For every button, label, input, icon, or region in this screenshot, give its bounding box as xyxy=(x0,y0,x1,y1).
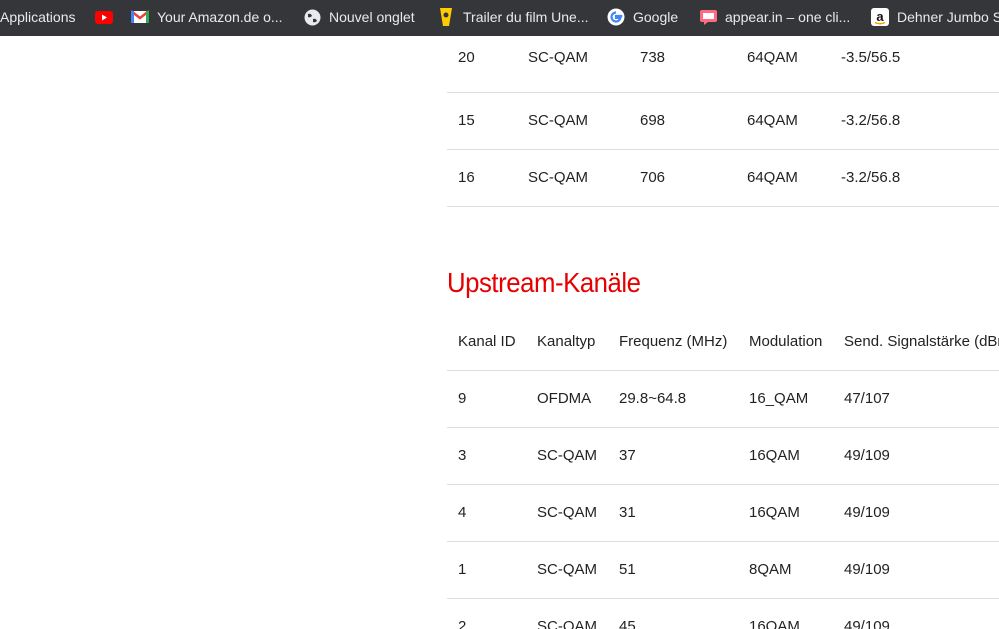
table-header-row: Kanal ID Kanaltyp Frequenz (MHz) Modulat… xyxy=(447,313,999,371)
cell-channel-id: 4 xyxy=(458,504,467,521)
page-content: 20 SC-QAM 738 64QAM -3.5/56.5 15 SC-QAM … xyxy=(0,36,999,629)
downstream-table: 20 SC-QAM 738 64QAM -3.5/56.5 15 SC-QAM … xyxy=(447,36,999,207)
cell-send-power: 49/109 xyxy=(844,447,890,464)
bookmark-label: Nouvel onglet xyxy=(329,9,415,25)
cell-channel-id: 16 xyxy=(458,169,475,186)
cell-channel-type: SC-QAM xyxy=(537,447,597,464)
bookmark-google[interactable]: Google xyxy=(607,0,678,34)
bookmark-youtube[interactable] xyxy=(95,0,113,34)
table-row: 9 OFDMA 29.8~64.8 16_QAM 47/107 xyxy=(447,371,999,428)
google-icon xyxy=(607,8,625,26)
header-channel-type: Kanaltyp xyxy=(537,333,596,350)
cell-modulation: 16QAM xyxy=(749,618,800,629)
bookmark-appear-in[interactable]: appear.in – one cli... xyxy=(699,0,850,34)
cell-channel-id: 20 xyxy=(458,49,475,66)
cell-channel-type: SC-QAM xyxy=(528,49,588,66)
table-row: 16 SC-QAM 706 64QAM -3.2/56.8 xyxy=(447,150,999,207)
amazon-icon: a xyxy=(871,8,889,26)
bookmark-label: Dehner Jumbo S xyxy=(897,9,999,25)
cell-channel-type: SC-QAM xyxy=(528,169,588,186)
bookmark-new-tab[interactable]: Nouvel onglet xyxy=(303,0,415,34)
table-row: 1 SC-QAM 51 8QAM 49/109 xyxy=(447,542,999,599)
cell-channel-type: SC-QAM xyxy=(528,112,588,129)
globe-icon xyxy=(303,8,321,26)
table-row: 20 SC-QAM 738 64QAM -3.5/56.5 xyxy=(447,36,999,93)
cell-frequency: 45 xyxy=(619,618,636,629)
allocine-icon xyxy=(437,8,455,26)
cell-frequency: 51 xyxy=(619,561,636,578)
cell-channel-id: 2 xyxy=(458,618,467,629)
cell-send-power: 49/109 xyxy=(844,618,890,629)
bookmark-applications[interactable]: Applications xyxy=(0,0,76,34)
bookmark-label: Trailer du film Une... xyxy=(463,9,589,25)
appear-in-icon xyxy=(699,8,717,26)
table-row: 2 SC-QAM 45 16QAM 49/109 xyxy=(447,599,999,629)
cell-channel-id: 3 xyxy=(458,447,467,464)
cell-power: -3.2/56.8 xyxy=(841,112,901,129)
cell-channel-type: SC-QAM xyxy=(537,561,597,578)
cell-modulation: 8QAM xyxy=(749,561,792,578)
cell-channel-type: SC-QAM xyxy=(537,618,597,629)
svg-text:a: a xyxy=(876,9,884,24)
header-send-power: Send. Signalstärke (dBm xyxy=(844,333,999,350)
cell-frequency: 706 xyxy=(640,169,666,186)
table-row: 4 SC-QAM 31 16QAM 49/109 xyxy=(447,485,999,542)
table-row: 15 SC-QAM 698 64QAM -3.2/56.8 xyxy=(447,93,999,150)
bookmark-label: Your Amazon.de o... xyxy=(157,9,283,25)
cell-channel-id: 15 xyxy=(458,112,475,129)
cell-channel-type: SC-QAM xyxy=(537,504,597,521)
cell-frequency: 37 xyxy=(619,447,636,464)
cell-modulation: 64QAM xyxy=(747,49,798,66)
table-row: 3 SC-QAM 37 16QAM 49/109 xyxy=(447,428,999,485)
header-channel-id: Kanal ID xyxy=(458,333,516,350)
bookmark-label: Applications xyxy=(0,9,76,25)
cell-frequency: 738 xyxy=(640,49,666,66)
header-modulation: Modulation xyxy=(749,333,823,350)
cell-channel-id: 9 xyxy=(458,390,467,407)
cell-channel-id: 1 xyxy=(458,561,467,578)
cell-frequency: 698 xyxy=(640,112,666,129)
bookmark-label: Google xyxy=(633,9,679,25)
bookmark-label: appear.in – one cli... xyxy=(725,9,851,25)
bookmark-amazon-orders[interactable]: Your Amazon.de o... xyxy=(131,0,283,34)
cell-power: -3.2/56.8 xyxy=(841,169,901,186)
upstream-section-title: Upstream-Kanäle xyxy=(447,267,641,298)
cell-channel-type: OFDMA xyxy=(537,390,592,407)
bookmarks-bar: Applications Your Amazon.de o... Nouvel … xyxy=(0,0,999,36)
bookmark-trailer[interactable]: Trailer du film Une... xyxy=(437,0,589,34)
cell-send-power: 49/109 xyxy=(844,504,890,521)
youtube-icon xyxy=(95,8,113,26)
header-frequency: Frequenz (MHz) xyxy=(619,333,728,350)
upstream-table: Kanal ID Kanaltyp Frequenz (MHz) Modulat… xyxy=(447,313,999,629)
cell-power: -3.5/56.5 xyxy=(841,49,901,66)
cell-send-power: 47/107 xyxy=(844,390,890,407)
cell-send-power: 49/109 xyxy=(844,561,890,578)
cell-modulation: 16_QAM xyxy=(749,390,809,407)
cell-frequency: 29.8~64.8 xyxy=(619,390,687,407)
cell-frequency: 31 xyxy=(619,504,636,521)
cell-modulation: 16QAM xyxy=(749,504,800,521)
gmail-icon xyxy=(131,8,149,26)
cell-modulation: 64QAM xyxy=(747,112,798,129)
bookmark-dehner[interactable]: a Dehner Jumbo S xyxy=(871,0,999,34)
cell-modulation: 16QAM xyxy=(749,447,800,464)
cell-modulation: 64QAM xyxy=(747,169,798,186)
